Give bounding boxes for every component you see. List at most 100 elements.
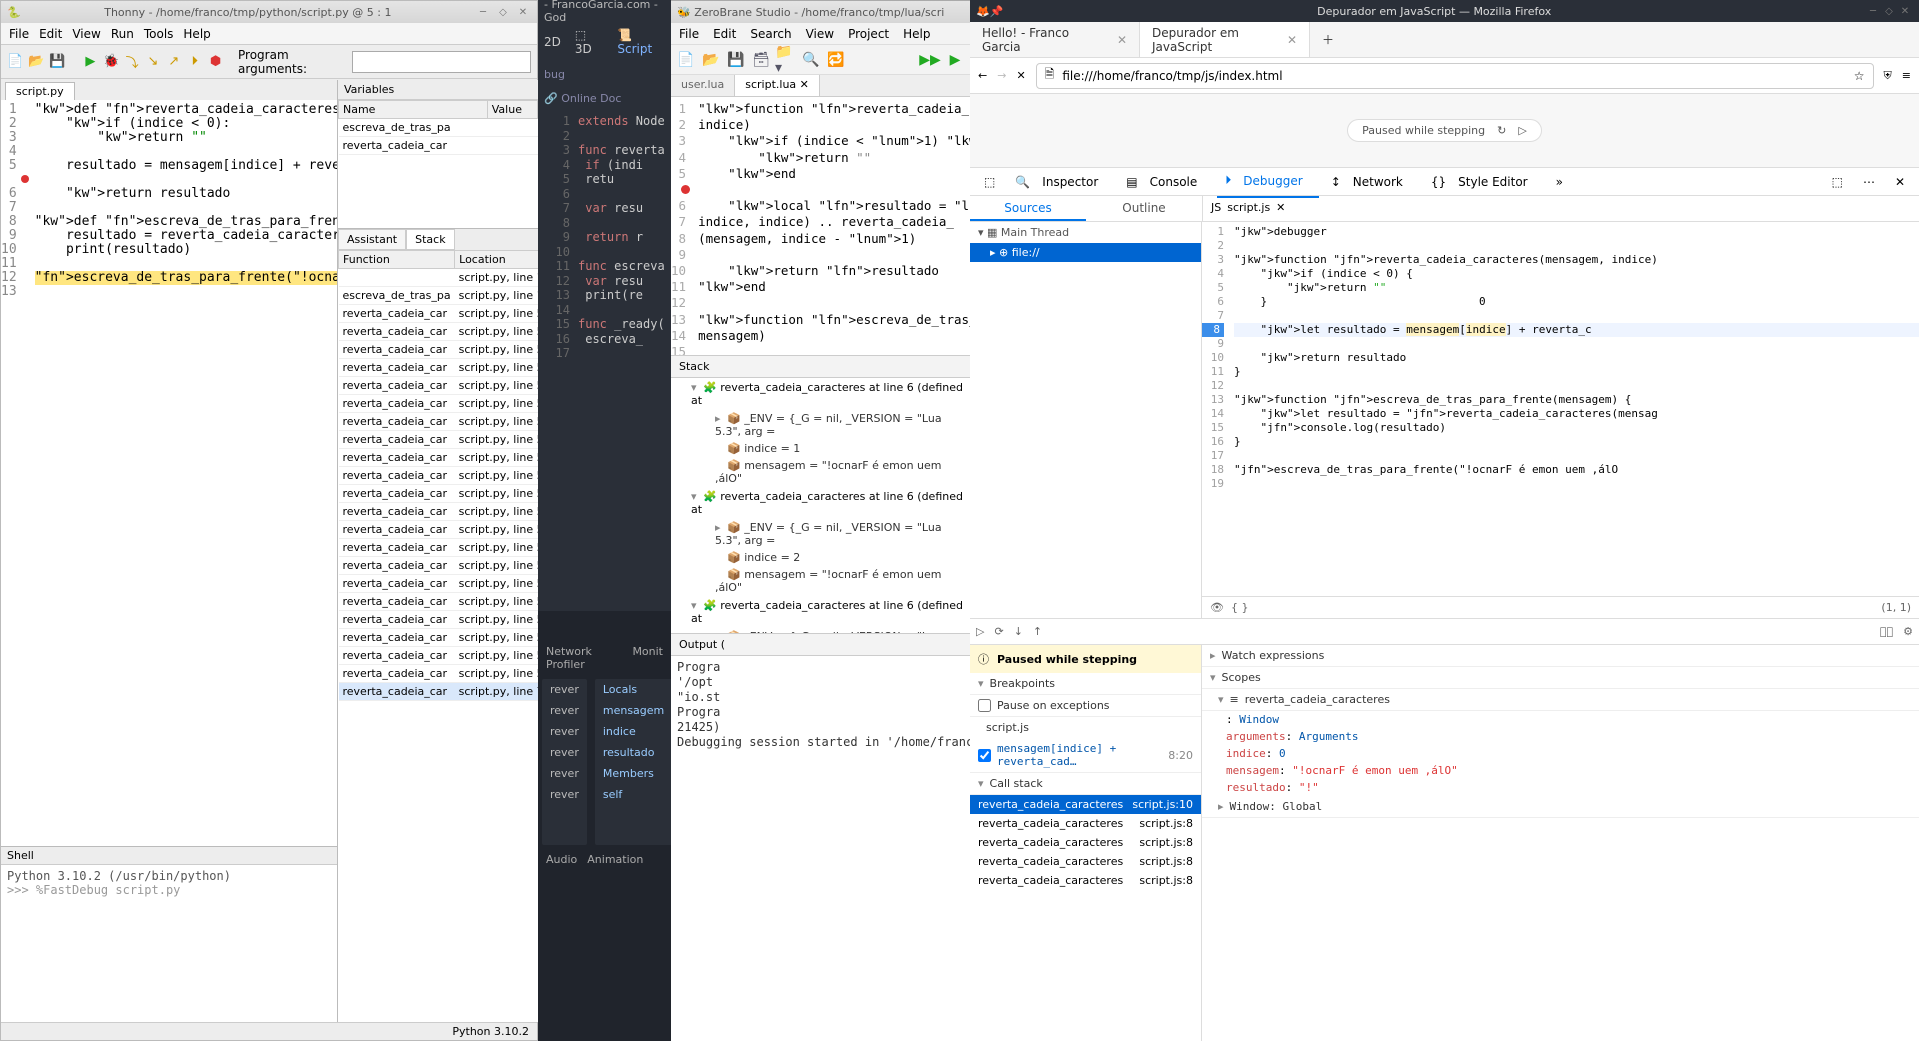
thonny-shell[interactable]: Python 3.10.2 (/usr/bin/python) >>> %Fas… [1,865,337,1022]
scope-window[interactable]: ▸Window: Global [1202,796,1919,818]
step-icon[interactable]: ↻ [1497,124,1506,137]
close-icon[interactable]: ✕ [1276,201,1285,216]
menu-view[interactable]: View [72,27,100,41]
pocket-icon[interactable]: ⛨ [1884,69,1892,83]
editor-code[interactable]: "lkw">function "lfn">reverta_cadeia_cara… [694,97,970,355]
zbs-editor[interactable]: 12345678910111213141516 "lkw">function "… [671,97,970,355]
close-icon[interactable]: ✕ [515,5,531,19]
maximize-icon[interactable]: ◇ [495,5,511,19]
menu-edit[interactable]: Edit [39,27,62,41]
progargs-input[interactable] [352,51,531,73]
back-icon[interactable]: ← [978,69,987,82]
close-icon[interactable]: ✕ [800,78,809,91]
settings-icon[interactable]: ⚙ [1903,625,1913,638]
menu-help[interactable]: Help [183,27,210,41]
zbs-titlebar[interactable]: 🐝 ZeroBrane Studio - /home/franco/tmp/lu… [671,1,970,23]
new-icon[interactable]: 📄 [7,52,24,72]
tab-inspector[interactable]: 🔍 Inspector [1007,167,1114,197]
tab-console[interactable]: ▤ Console [1118,167,1213,197]
debugger-editor[interactable]: 12345678910111213141516171819 "jkw">debu… [1202,222,1919,596]
saveall-icon[interactable]: 🗃 [750,49,772,71]
pause-exceptions[interactable]: Pause on exceptions [970,695,1201,717]
step-into-icon[interactable]: ↘ [145,52,162,72]
eye-icon[interactable]: 👁 [1210,601,1224,614]
callstack-list[interactable]: reverta_cadeia_caracteresscript.js:10rev… [970,795,1201,890]
thonny-titlebar[interactable]: 🐍 Thonny - /home/franco/tmp/python/scrip… [1,1,537,23]
editor-code[interactable]: "jkw">debugger "jkw">function "jfn">reve… [1230,222,1919,596]
tab-debugger[interactable]: ⏵ Debugger [1217,166,1318,198]
scopes-header[interactable]: ▾Scopes [1202,667,1919,689]
godot-stack[interactable]: reverreverreverreverreverrever [542,679,587,845]
reload-icon[interactable]: ✕ [1016,69,1025,82]
tab-styleeditor[interactable]: {} Style Editor [1423,167,1544,197]
zbs-stack[interactable]: ▾🧩 reverta_cadeia_caracteres at line 6 (… [671,378,970,633]
minimize-icon[interactable]: ─ [1865,4,1881,18]
callstack-header[interactable]: ▾Call stack [970,773,1201,795]
pause-checkbox[interactable] [978,699,991,712]
anim-tab[interactable]: Animation [587,853,643,866]
menu-project[interactable]: Project [848,27,889,41]
step-in-icon[interactable]: ↓ [1014,625,1023,638]
menu-help[interactable]: Help [903,27,930,41]
pick-icon[interactable]: ⬚ [976,171,1003,193]
breakpoints-header[interactable]: ▾Breakpoints [970,673,1201,695]
thonny-editor[interactable]: 12345678910111213 "kw">def "fn">reverta_… [1,100,337,846]
debug-label[interactable]: bug [544,68,565,81]
godot-titlebar[interactable]: - FrancoGarcia.com - God [538,0,671,22]
stack-tab[interactable]: Stack [406,229,454,250]
bookmark-icon[interactable]: ☆ [1854,69,1865,83]
minimize-icon[interactable]: ─ [475,5,491,19]
close-icon[interactable]: ✕ [1897,4,1913,18]
tab-3d[interactable]: ⬚ 3D [575,28,603,56]
open-icon[interactable]: 📂 [28,52,45,72]
pin-icon[interactable]: 📌 [990,5,1004,18]
tab-userlua[interactable]: user.lua [671,75,735,96]
braces-icon[interactable]: { } [1231,601,1249,614]
run-icon[interactable]: ▶▶ [919,49,941,71]
breakpoint-row[interactable]: mensagem[indice] + reverta_cad…8:20 [970,738,1201,773]
menu-icon[interactable]: ⋯ [1855,171,1883,193]
editor-code[interactable]: "kw">def "fn">reverta_cadeia_caracteres(… [35,100,337,846]
replace-icon[interactable]: 🔁 [825,49,847,71]
tab-2d[interactable]: 2D [544,35,561,49]
more-icon[interactable]: » [1548,171,1571,193]
url-input[interactable]: 🗎 file:///home/franco/tmp/js/index.html … [1036,63,1874,89]
close-icon[interactable]: ✕ [1287,33,1297,47]
menu-view[interactable]: View [806,27,834,41]
debug-icon[interactable]: ▶ [944,49,966,71]
resume-icon[interactable]: ⏵ [186,52,203,72]
watch-header[interactable]: ▸Watch expressions [1202,645,1919,667]
open-icon[interactable]: 📂 [700,49,722,71]
profiler-tab[interactable]: Network Profiler [546,645,622,671]
assistant-tab[interactable]: Assistant [338,229,406,250]
col-function[interactable]: Function [339,251,455,269]
save-icon[interactable]: 💾 [49,52,66,72]
step-out-icon[interactable]: ↗ [165,52,182,72]
stop-icon[interactable]: ⬢ [207,52,224,72]
col-value[interactable]: Value [487,101,537,119]
source-file-tab[interactable]: JSscript.js✕ [1202,196,1492,221]
new-tab-button[interactable]: ＋ [1310,22,1346,57]
menu-search[interactable]: Search [750,27,791,41]
subtab-sources[interactable]: Sources [970,196,1086,221]
audio-tab[interactable]: Audio [546,853,577,866]
menu-edit[interactable]: Edit [713,27,736,41]
online-docs[interactable]: 🔗 Online Doc [544,92,621,105]
editor-tab[interactable]: script.py [5,82,75,100]
folder-icon[interactable]: 📁▾ [775,49,797,71]
save-icon[interactable]: 💾 [725,49,747,71]
step-over-icon[interactable]: ⟳ [994,625,1003,638]
menu-tools[interactable]: Tools [144,27,174,41]
scope-function[interactable]: ▾ ≡ reverta_cadeia_caracteres [1202,689,1919,711]
debug-icon[interactable]: 🐞 [103,52,120,72]
tree-item[interactable]: ▸ ⊕ file:// [970,243,1201,262]
source-tree[interactable]: ▾ ▦ Main Thread ▸ ⊕ file:// [970,222,1202,618]
resume-icon[interactable]: ▷ [976,625,984,638]
maximize-icon[interactable]: ◇ [1881,4,1897,18]
col-location[interactable]: Location [455,251,538,269]
col-name[interactable]: Name [339,101,488,119]
menu-icon[interactable]: ≡ [1902,69,1911,82]
run-icon[interactable]: ▶ [82,52,99,72]
dock-icon[interactable]: ⬚ [1824,171,1851,193]
tab-script[interactable]: 📜 Script [617,28,665,56]
